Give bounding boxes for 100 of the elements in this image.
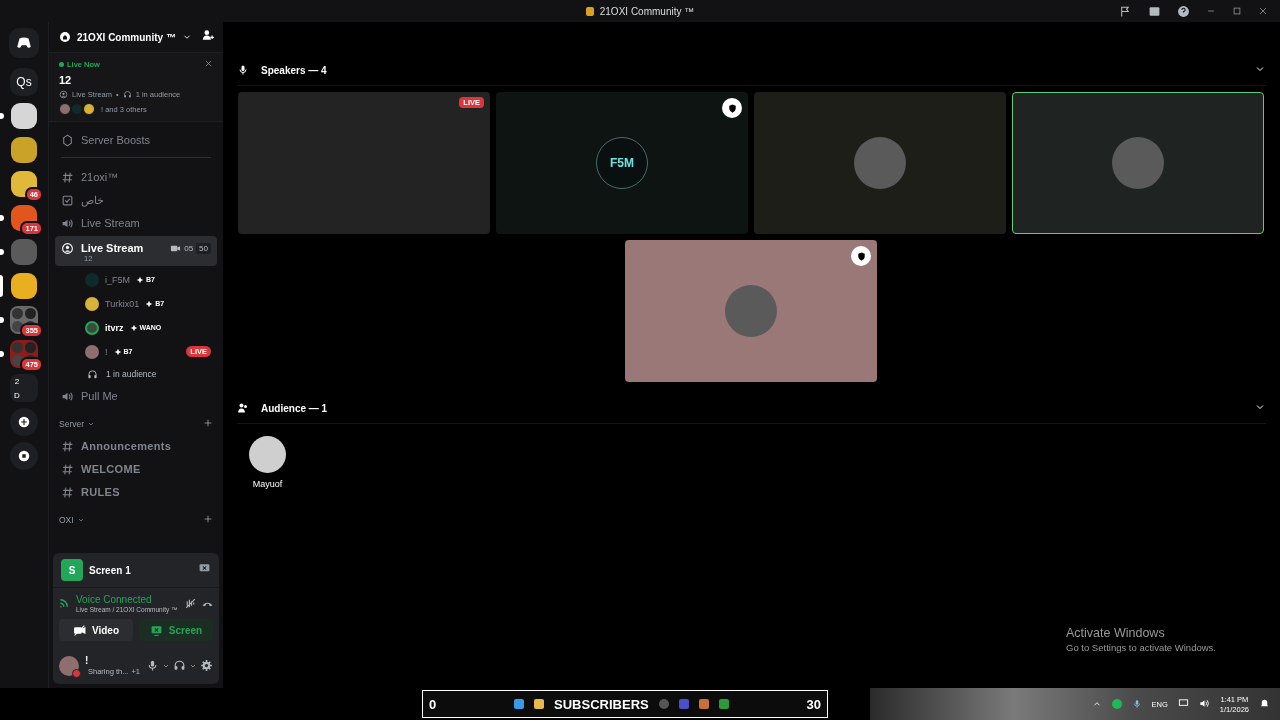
plus-icon[interactable] (203, 514, 213, 524)
server-icon (585, 6, 594, 16)
notification-icon[interactable] (1259, 698, 1270, 709)
voice-status[interactable]: Voice Connected (76, 594, 178, 605)
microphone-icon[interactable] (1131, 699, 1142, 709)
speaker-avatar: F5M (596, 137, 648, 189)
member-avatar[interactable] (249, 436, 286, 473)
speaker-avatar (1112, 137, 1164, 189)
help-icon[interactable] (1177, 4, 1190, 18)
server-icon[interactable]: Qs (10, 68, 38, 96)
category-header[interactable]: OXI (59, 515, 74, 525)
activation-hint: Go to Settings to activate Windows. (1066, 642, 1216, 653)
speaker-tile[interactable]: F5M (496, 92, 748, 234)
unread-indicator (0, 113, 4, 119)
boost-icon (61, 133, 74, 147)
server-icon[interactable] (11, 137, 37, 163)
role-icon (113, 347, 122, 356)
speaker-tile[interactable] (625, 240, 877, 382)
unread-indicator (0, 215, 4, 221)
window-title: 21OXI Community ™ (599, 5, 695, 17)
add-member-icon[interactable] (201, 28, 215, 42)
channel-item[interactable]: 21oxi™ (55, 167, 217, 187)
hash-icon (61, 170, 74, 184)
channel-item[interactable]: Live Stream (55, 213, 217, 233)
discover-button[interactable] (10, 442, 38, 470)
unread-indicator (0, 351, 4, 357)
tray-app-icon[interactable] (1111, 699, 1122, 709)
member-name: Mayuof (252, 479, 283, 489)
headset-icon (87, 368, 98, 380)
channel-item[interactable]: Announcements (55, 436, 217, 456)
subscriber-goal: 30 (806, 696, 821, 712)
flag-icon[interactable] (1119, 4, 1132, 18)
chevron-down-icon (76, 516, 85, 524)
user-name: ! (85, 655, 90, 666)
server-folder[interactable]: 2 D (10, 374, 38, 402)
activation-title: Activate Windows (1066, 626, 1166, 640)
section-title: Speakers — 4 (261, 64, 327, 76)
server-folder-label[interactable]: D (14, 390, 20, 400)
app-icon[interactable] (678, 699, 689, 709)
server-item[interactable]: 2 D (0, 374, 48, 402)
screen-icon (149, 623, 163, 637)
user-count: 05 50 (170, 242, 211, 254)
headset-icon (122, 90, 132, 99)
server-item[interactable]: Qs (0, 68, 48, 96)
close-icon[interactable] (1258, 6, 1268, 16)
channel-item[interactable]: WELCOME (55, 459, 217, 479)
avatar (83, 103, 95, 115)
avatar (59, 103, 71, 115)
app-icon[interactable] (658, 699, 669, 709)
video-button[interactable]: Video (59, 619, 133, 641)
screen-share-button[interactable]: Screen (139, 619, 213, 641)
stream-icon: S (61, 559, 83, 581)
server-folder-label[interactable]: 2 (14, 376, 20, 386)
chevron-down-icon (87, 420, 96, 428)
headset-icon[interactable] (173, 659, 186, 672)
maximize-icon[interactable] (1232, 6, 1242, 16)
plus-icon[interactable] (203, 418, 213, 428)
status-icon (72, 668, 81, 678)
app-icon[interactable] (718, 699, 729, 709)
role-icon (129, 323, 138, 332)
subscriber-count: 0 (429, 696, 437, 712)
camera-off-icon (72, 623, 86, 637)
close-icon[interactable] (204, 59, 213, 68)
user-avatar[interactable] (59, 655, 79, 676)
banner-title: SUBSCRIBERS (554, 696, 649, 712)
speaker-tile[interactable] (1012, 92, 1264, 234)
server-icon[interactable] (11, 171, 37, 197)
speaker-tile[interactable] (754, 92, 1006, 234)
microphone-icon (237, 64, 249, 76)
server-icon[interactable] (11, 273, 37, 299)
unread-indicator (0, 249, 4, 255)
settings-icon[interactable] (200, 659, 213, 672)
start-icon[interactable] (514, 699, 525, 709)
microphone-icon[interactable] (146, 659, 159, 672)
speaker-avatar (725, 285, 777, 337)
category-header[interactable]: Server (59, 419, 85, 429)
app-icon[interactable] (698, 699, 709, 709)
people-icon (237, 402, 249, 414)
add-server-button[interactable] (10, 408, 38, 436)
plus-icon (17, 415, 31, 429)
speaker-avatar (854, 137, 906, 189)
home-button[interactable] (9, 28, 39, 58)
hash-icon (61, 439, 74, 453)
hash-icon (61, 462, 74, 476)
compass-icon (17, 449, 31, 463)
section-title: Audience — 1 (261, 402, 328, 414)
channel-item[interactable]: خاص (55, 190, 217, 210)
channel-item[interactable]: Pull Me (55, 386, 217, 406)
volume-icon[interactable] (1198, 698, 1210, 709)
audience-count: 1 in audience (55, 365, 217, 383)
server-name[interactable]: 21OXI Community ™ (77, 31, 176, 43)
channel-item[interactable]: RULES (55, 482, 217, 502)
selected-indicator (0, 275, 3, 297)
unread-indicator (0, 317, 4, 323)
folder-icon[interactable] (534, 699, 545, 709)
role-icon (136, 275, 144, 284)
server-boosts-item[interactable]: Server Boosts (55, 130, 217, 150)
stream-title: Screen 1 (89, 564, 131, 576)
network-icon[interactable] (1177, 698, 1189, 709)
server-icon[interactable] (11, 103, 37, 129)
